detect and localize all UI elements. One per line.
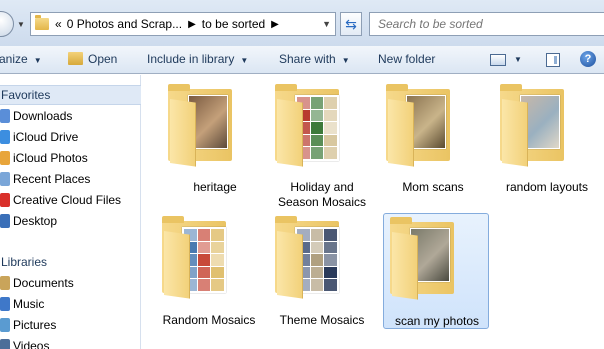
command-bar: anize ▼ Open Include in library ▼ Share wi… bbox=[0, 46, 604, 74]
desktop-icon bbox=[0, 214, 10, 228]
folder-label: Random Mosaics bbox=[162, 313, 256, 327]
search-input[interactable] bbox=[378, 17, 578, 31]
sidebar-item-icloud-photos[interactable]: iCloud Photos bbox=[0, 148, 141, 168]
address-bar[interactable]: « 0 Photos and Scrap... ▶ to be sorted ▶… bbox=[30, 12, 336, 36]
open-button[interactable]: Open bbox=[68, 52, 117, 66]
navigation-pane: Favorites Downloads iCloud Drive iCloud Ph… bbox=[0, 75, 141, 349]
documents-icon bbox=[0, 276, 10, 290]
folder-label: heritage bbox=[193, 180, 237, 194]
refresh-icon: ⇆ bbox=[345, 15, 357, 32]
sidebar-item-label: Videos bbox=[13, 339, 50, 349]
help-icon[interactable]: ? bbox=[580, 51, 596, 67]
videos-icon bbox=[0, 339, 10, 349]
sidebar-item-icloud-drive[interactable]: iCloud Drive bbox=[0, 127, 141, 147]
organize-button[interactable]: anize ▼ bbox=[0, 52, 42, 66]
folder-label: random layouts bbox=[505, 180, 589, 194]
chevron-down-icon: ▼ bbox=[341, 56, 350, 65]
chevron-right-icon[interactable]: ▶ bbox=[188, 19, 196, 30]
chevron-down-icon[interactable]: ▼ bbox=[322, 19, 331, 29]
chevron-down-icon: ▼ bbox=[240, 56, 249, 65]
sidebar-item-music[interactable]: Music bbox=[0, 294, 141, 314]
libraries-header[interactable]: Libraries bbox=[1, 255, 47, 269]
sidebar-item-pictures[interactable]: Pictures bbox=[0, 315, 141, 335]
icloud-icon bbox=[0, 130, 10, 144]
sidebar-item-desktop[interactable]: Desktop bbox=[0, 211, 141, 231]
sidebar-item-creative-cloud-files[interactable]: Creative Cloud Files bbox=[0, 190, 141, 210]
sidebar-item-label: Music bbox=[13, 297, 45, 311]
breadcrumb-item[interactable]: to be sorted bbox=[202, 17, 265, 31]
folder-label: Theme Mosaics bbox=[279, 313, 365, 327]
folder-item[interactable]: Mom scans bbox=[380, 81, 486, 194]
chevron-down-icon: ▼ bbox=[33, 56, 42, 65]
folder-label: Holiday and Season Mosaics bbox=[277, 180, 367, 209]
open-folder-icon bbox=[68, 52, 83, 65]
breadcrumb-overflow[interactable]: « bbox=[55, 17, 62, 31]
sidebar-item-recent-places[interactable]: Recent Places bbox=[0, 169, 141, 189]
recent-places-icon bbox=[0, 172, 10, 186]
folder-item[interactable]: Random Mosaics bbox=[156, 213, 262, 327]
folder-label: scan my photos bbox=[394, 314, 480, 328]
share-with-button[interactable]: Share with ▼ bbox=[279, 52, 350, 66]
sidebar-item-label: Downloads bbox=[13, 109, 73, 123]
music-icon bbox=[0, 297, 10, 311]
sidebar-item-label: Pictures bbox=[13, 318, 57, 332]
include-in-library-button[interactable]: Include in library ▼ bbox=[147, 52, 248, 66]
creative-cloud-icon bbox=[0, 193, 10, 207]
favorites-header[interactable]: Favorites bbox=[0, 85, 141, 105]
icloud-photos-icon bbox=[0, 151, 10, 165]
folder-item[interactable]: random layouts bbox=[494, 81, 600, 194]
folder-icon bbox=[35, 15, 49, 30]
recent-pages-dropdown[interactable]: ▼ bbox=[17, 20, 25, 29]
sidebar-item-label: Documents bbox=[13, 276, 74, 290]
sidebar-item-label: iCloud Photos bbox=[13, 151, 88, 165]
back-button[interactable] bbox=[0, 11, 14, 37]
file-list: heritage Holiday and Season Mosaics Mom sc… bbox=[142, 75, 604, 349]
chevron-right-icon[interactable]: ▶ bbox=[271, 19, 279, 30]
sidebar-item-downloads[interactable]: Downloads bbox=[0, 106, 141, 126]
folder-item[interactable]: Theme Mosaics bbox=[269, 213, 375, 327]
breadcrumb-item[interactable]: 0 Photos and Scrap... bbox=[67, 17, 182, 31]
sidebar-item-label: Creative Cloud Files bbox=[13, 193, 122, 207]
folder-item[interactable]: heritage bbox=[162, 81, 268, 194]
pictures-icon bbox=[0, 318, 10, 332]
sidebar-item-label: Recent Places bbox=[13, 172, 91, 186]
new-folder-button[interactable]: New folder bbox=[378, 52, 435, 66]
folder-item[interactable]: scan my photos bbox=[383, 213, 489, 329]
refresh-button[interactable]: ⇆ bbox=[340, 12, 362, 36]
preview-pane-icon[interactable] bbox=[546, 53, 560, 67]
chevron-down-icon[interactable]: ▼ bbox=[514, 55, 522, 64]
sidebar-item-documents[interactable]: Documents bbox=[0, 273, 141, 293]
sidebar-item-label: iCloud Drive bbox=[13, 130, 79, 144]
sidebar-item-videos[interactable]: Videos bbox=[0, 336, 141, 349]
folder-item[interactable]: Holiday and Season Mosaics bbox=[269, 81, 375, 209]
search-box[interactable] bbox=[369, 12, 604, 36]
folder-label: Mom scans bbox=[402, 180, 464, 194]
downloads-icon bbox=[0, 109, 10, 123]
address-bar-row: ▼ « 0 Photos and Scrap... ▶ to be sorted… bbox=[0, 0, 604, 46]
change-view-icon[interactable] bbox=[490, 54, 506, 66]
sidebar-item-label: Desktop bbox=[13, 214, 58, 228]
